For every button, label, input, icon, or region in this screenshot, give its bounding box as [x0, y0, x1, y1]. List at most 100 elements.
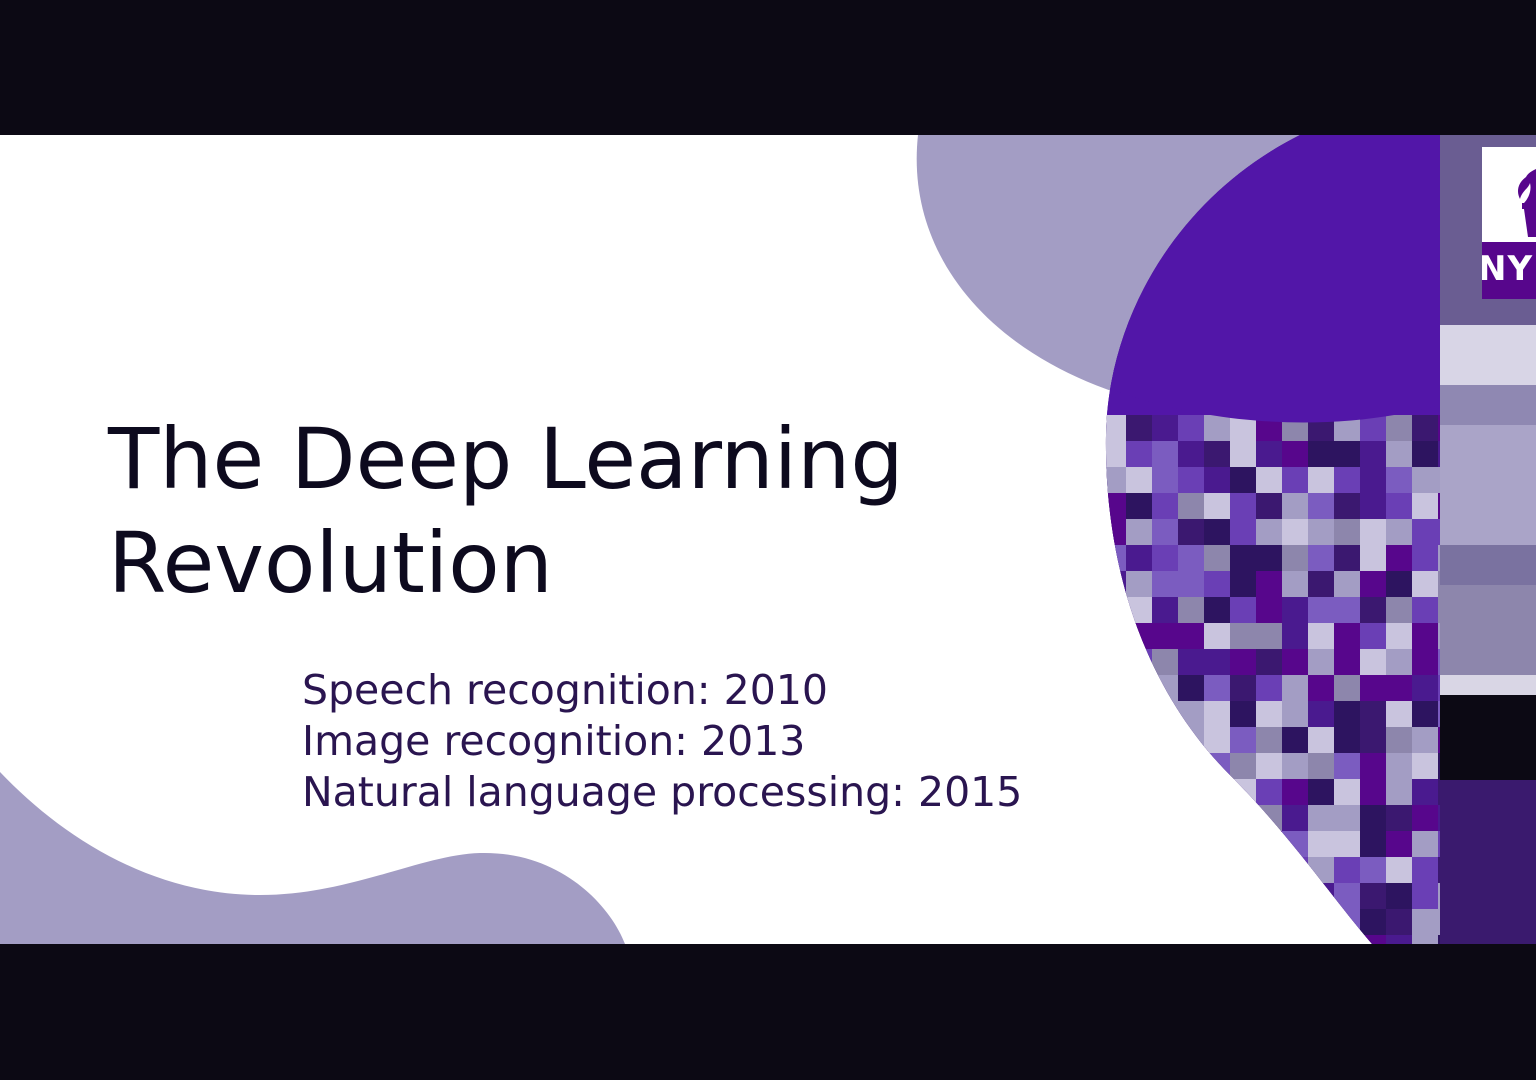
slide: NY The Deep Learning Revolution Speech r… — [0, 135, 1536, 944]
mosaic-tile — [1230, 597, 1256, 623]
mosaic-tile — [1386, 493, 1412, 519]
mosaic-tile — [1282, 675, 1308, 701]
mosaic-tile — [1282, 649, 1308, 675]
mosaic-tile — [1360, 467, 1386, 493]
mosaic-tile — [1126, 935, 1152, 944]
mosaic-tile — [1386, 545, 1412, 571]
mosaic-tile — [1360, 441, 1386, 467]
mosaic-tile — [1178, 441, 1204, 467]
mosaic-tile — [1230, 831, 1256, 857]
mosaic-tile — [1412, 727, 1438, 753]
mosaic-tile — [1360, 883, 1386, 909]
mosaic-tile — [1204, 753, 1230, 779]
mosaic-tile — [1360, 675, 1386, 701]
mosaic-tile — [1308, 675, 1334, 701]
mosaic-tile — [1204, 675, 1230, 701]
mosaic-tile — [1105, 675, 1126, 701]
mosaic-tile — [1282, 883, 1308, 909]
mosaic-tile — [1256, 857, 1282, 883]
mosaic-tile — [1178, 779, 1204, 805]
mosaic-tile — [1126, 857, 1152, 883]
mosaic-tile — [1386, 701, 1412, 727]
mosaic-tile — [1334, 727, 1360, 753]
mosaic-tile — [1386, 467, 1412, 493]
mosaic-tile — [1308, 519, 1334, 545]
mosaic-tile — [1386, 571, 1412, 597]
mosaic-tile — [1334, 753, 1360, 779]
mosaic-tile — [1230, 649, 1256, 675]
mosaic-tile — [1105, 935, 1126, 944]
mosaic-tile — [1360, 831, 1386, 857]
mosaic-tile — [1412, 415, 1438, 441]
mosaic-tile — [1178, 935, 1204, 944]
mosaic-tile — [1152, 519, 1178, 545]
mosaic-tile — [1386, 597, 1412, 623]
mosaic-tile — [1412, 883, 1438, 909]
mosaic-tile — [1230, 675, 1256, 701]
mosaic-tile — [1178, 883, 1204, 909]
mosaic-tile — [1204, 805, 1230, 831]
mosaic-tile — [1204, 779, 1230, 805]
mosaic-tile — [1412, 935, 1438, 944]
mosaic-tile — [1256, 779, 1282, 805]
mosaic-tile — [1152, 701, 1178, 727]
mosaic-tile — [1230, 545, 1256, 571]
mosaic-tile — [1152, 909, 1178, 935]
mosaic-tile — [1282, 545, 1308, 571]
mosaic-tile — [1334, 857, 1360, 883]
mosaic-tile — [1178, 675, 1204, 701]
mosaic-tile — [1282, 909, 1308, 935]
mosaic-tile — [1412, 649, 1438, 675]
mosaic-tile — [1308, 649, 1334, 675]
mosaic-tile — [1230, 909, 1256, 935]
mosaic-tile — [1152, 831, 1178, 857]
mosaic-tile — [1152, 649, 1178, 675]
mosaic-tile — [1178, 831, 1204, 857]
logo-text: NY — [1482, 249, 1534, 289]
mosaic-tile — [1105, 701, 1126, 727]
mosaic-tile — [1334, 909, 1360, 935]
mosaic-tile — [1105, 649, 1126, 675]
mosaic-tile — [1308, 701, 1334, 727]
mosaic-tile — [1178, 519, 1204, 545]
mosaic-tile — [1152, 857, 1178, 883]
mosaic-tile — [1105, 519, 1126, 545]
mosaic-tile — [1334, 545, 1360, 571]
mosaic-tile — [1334, 779, 1360, 805]
mosaic-tile — [1386, 519, 1412, 545]
mosaic-tile — [1152, 545, 1178, 571]
mosaic-tile — [1412, 831, 1438, 857]
mosaic-tile — [1126, 441, 1152, 467]
mosaic-tile — [1105, 623, 1126, 649]
mosaic-tile — [1386, 753, 1412, 779]
mosaic-tile — [1282, 805, 1308, 831]
mosaic-tile — [1308, 493, 1334, 519]
mosaic-tile — [1256, 675, 1282, 701]
mosaic-tile — [1105, 597, 1126, 623]
mosaic-tile — [1282, 519, 1308, 545]
mosaic-tile — [1308, 623, 1334, 649]
mosaic-tile — [1282, 623, 1308, 649]
mosaic-tile — [1204, 519, 1230, 545]
mosaic-tile — [1126, 493, 1152, 519]
mosaic-tile — [1126, 883, 1152, 909]
mosaic-tile — [1412, 909, 1438, 935]
mosaic-tile — [1126, 727, 1152, 753]
mosaic-tile — [1105, 571, 1126, 597]
mosaic-tile — [1178, 701, 1204, 727]
mosaic-tile — [1256, 883, 1282, 909]
mosaic-tile — [1334, 935, 1360, 944]
mosaic-tile — [1386, 623, 1412, 649]
mosaic-tile — [1105, 493, 1126, 519]
mosaic-tile — [1152, 935, 1178, 944]
mosaic-tile — [1334, 493, 1360, 519]
mosaic-tile — [1412, 675, 1438, 701]
mosaic-tile — [1178, 493, 1204, 519]
mosaic-tile — [1126, 415, 1152, 441]
mosaic-tile — [1126, 701, 1152, 727]
mosaic-tile — [1308, 831, 1334, 857]
mosaic-tile — [1412, 441, 1438, 467]
mosaic-tile — [1360, 519, 1386, 545]
mosaic-tile — [1230, 493, 1256, 519]
mosaic-tile — [1126, 571, 1152, 597]
